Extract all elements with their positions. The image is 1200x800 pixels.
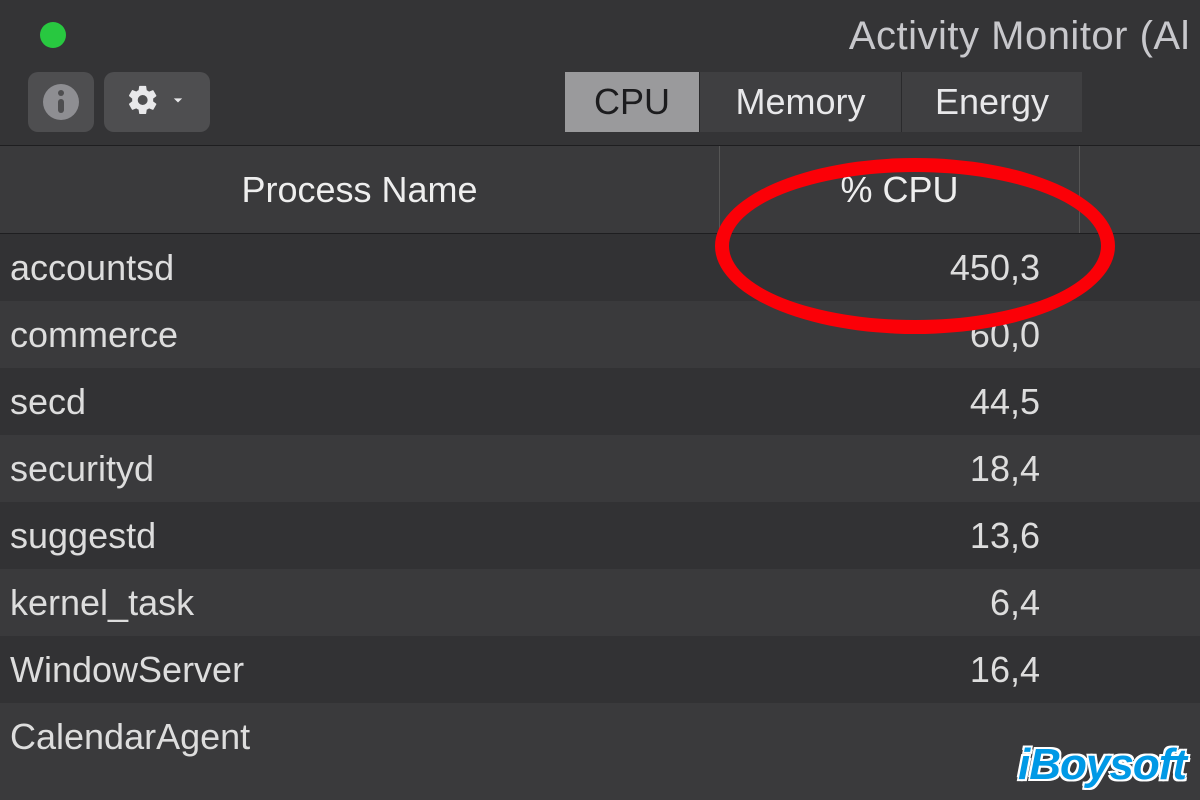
process-name-cell: WindowServer xyxy=(0,649,720,691)
process-name-cell: CalendarAgent xyxy=(0,716,720,758)
table-row[interactable]: secd 44,5 xyxy=(0,368,1200,435)
table-row[interactable]: WindowServer 16,4 xyxy=(0,636,1200,703)
titlebar: Activity Monitor (Al xyxy=(0,0,1200,60)
process-name-cell: securityd xyxy=(0,448,720,490)
table-row[interactable]: commerce 60,0 xyxy=(0,301,1200,368)
process-name-cell: secd xyxy=(0,381,720,423)
process-table: accountsd 450,3 commerce 60,0 secd 44,5 … xyxy=(0,234,1200,770)
watermark: iBoysoft xyxy=(1018,740,1186,790)
process-cpu-cell: 16,4 xyxy=(720,649,1080,691)
activity-monitor-window: Activity Monitor (Al CPU Memory Energy P… xyxy=(0,0,1200,800)
table-row[interactable]: accountsd 450,3 xyxy=(0,234,1200,301)
process-name-cell: commerce xyxy=(0,314,720,356)
process-cpu-cell: 450,3 xyxy=(720,247,1080,289)
gear-dropdown-button[interactable] xyxy=(104,72,210,132)
column-header-process-name[interactable]: Process Name xyxy=(0,146,720,233)
info-icon xyxy=(43,84,79,120)
column-header-cpu[interactable]: % CPU xyxy=(720,146,1080,233)
tab-cpu[interactable]: CPU xyxy=(565,72,700,132)
gear-icon xyxy=(126,83,160,122)
table-row[interactable]: securityd 18,4 xyxy=(0,435,1200,502)
chevron-down-icon xyxy=(168,90,188,115)
process-cpu-cell: 6,4 xyxy=(720,582,1080,624)
tab-memory[interactable]: Memory xyxy=(700,72,902,132)
info-button[interactable] xyxy=(28,72,94,132)
process-cpu-cell: 60,0 xyxy=(720,314,1080,356)
process-cpu-cell: 18,4 xyxy=(720,448,1080,490)
process-name-cell: suggestd xyxy=(0,515,720,557)
process-cpu-cell: 13,6 xyxy=(720,515,1080,557)
tab-energy[interactable]: Energy xyxy=(902,72,1082,132)
window-title: Activity Monitor (Al xyxy=(0,14,1200,59)
category-tabs: CPU Memory Energy xyxy=(565,72,1200,132)
column-header-row: Process Name % CPU xyxy=(0,146,1200,234)
table-row[interactable]: suggestd 13,6 xyxy=(0,502,1200,569)
process-name-cell: accountsd xyxy=(0,247,720,289)
process-cpu-cell: 44,5 xyxy=(720,381,1080,423)
toolbar: CPU Memory Energy xyxy=(0,60,1200,146)
table-row[interactable]: kernel_task 6,4 xyxy=(0,569,1200,636)
process-name-cell: kernel_task xyxy=(0,582,720,624)
